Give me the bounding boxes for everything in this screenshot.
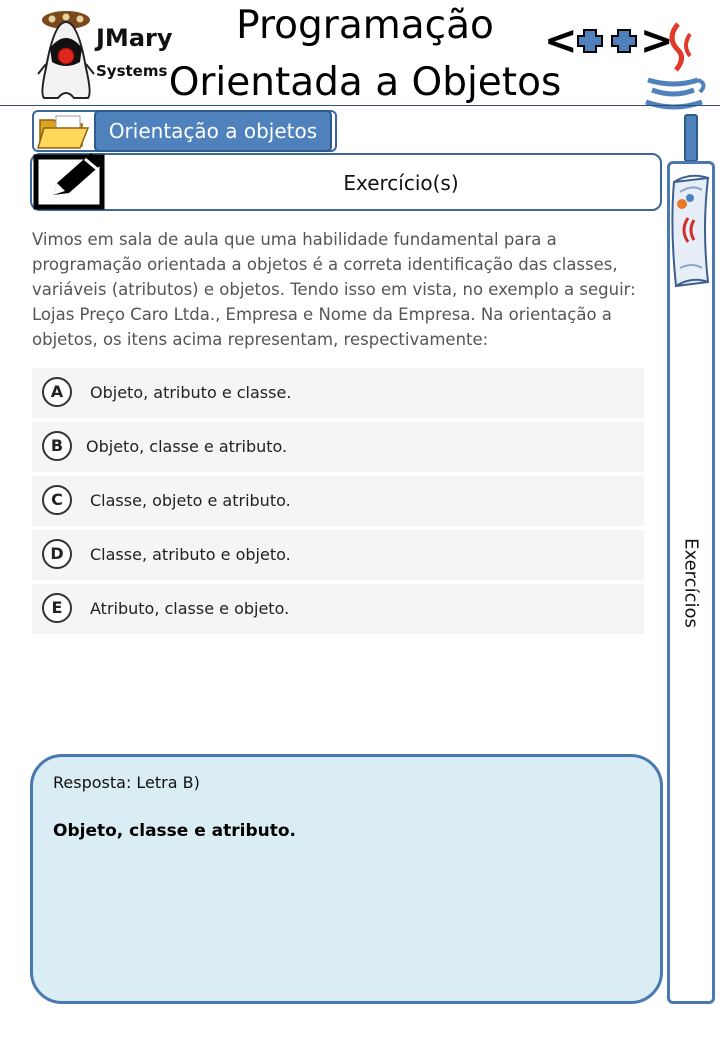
answer-box: Resposta: Letra B) Objeto, classe e atri… (30, 754, 663, 1004)
svg-text:<: < (544, 18, 578, 62)
java-cup-icon (645, 22, 706, 110)
side-tab-handle (684, 114, 698, 162)
option-text: Classe, objeto e atributo. (90, 491, 291, 510)
section-label: Orientação a objetos (94, 110, 332, 152)
answer-text: Objeto, classe e atributo. (53, 821, 297, 841)
option-letter: D (42, 539, 72, 569)
option-b[interactable]: B Objeto, classe e atributo. (32, 422, 644, 472)
option-a[interactable]: A Objeto, atributo e classe. (32, 368, 644, 418)
option-text: Atributo, classe e objeto. (90, 599, 290, 618)
option-letter: A (42, 377, 72, 407)
option-letter: C (42, 485, 72, 515)
exercise-header: Exercício(s) (30, 153, 662, 211)
page-title-line-2: Orientada a Objetos (168, 60, 562, 105)
side-tab-label: Exercícios (680, 538, 702, 628)
question-text: Vimos em sala de aula que uma habilidade… (32, 230, 636, 349)
option-text: Classe, atributo e objeto. (90, 545, 291, 564)
folder-icon (36, 115, 90, 149)
edit-icon (33, 153, 105, 210)
exercise-title: Exercício(s) (343, 171, 459, 195)
option-letter: E (42, 593, 72, 623)
option-d[interactable]: D Classe, atributo e objeto. (32, 530, 644, 580)
header-divider (0, 105, 720, 106)
option-c[interactable]: C Classe, objeto e atributo. (32, 476, 644, 526)
page-title-line-1: Programação (236, 3, 494, 48)
scroll-document-icon (671, 174, 710, 288)
answer-label: Resposta: Letra B) (53, 773, 200, 792)
option-e[interactable]: E Atributo, classe e objeto. (32, 584, 644, 634)
option-text: Objeto, classe e atributo. (86, 437, 288, 456)
option-text: Objeto, atributo e classe. (90, 383, 292, 402)
option-letter: B (42, 431, 72, 461)
